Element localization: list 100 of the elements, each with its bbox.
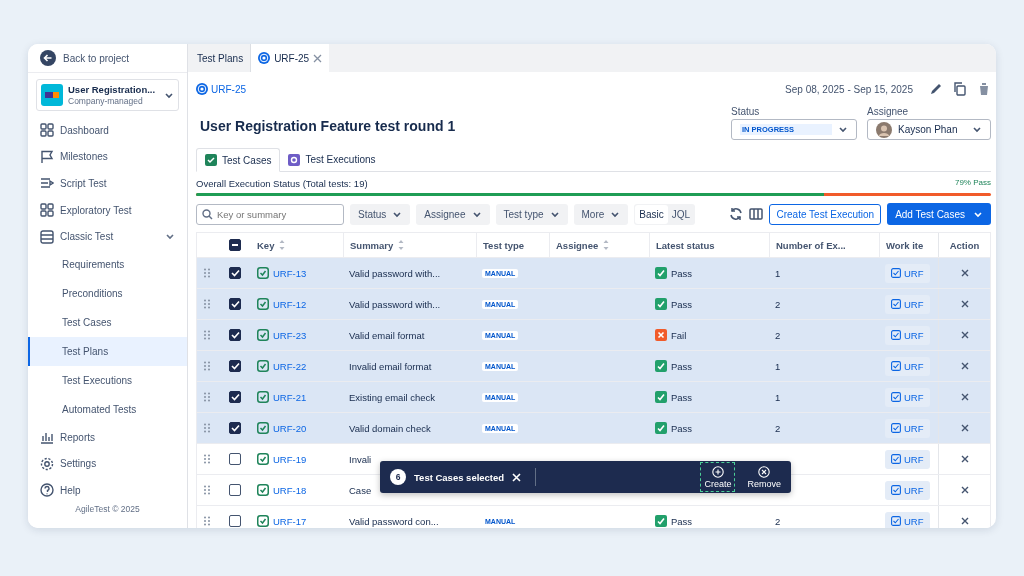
test-case-icon <box>257 453 269 465</box>
tab[interactable]: Test Cases <box>196 148 281 172</box>
close-icon[interactable] <box>960 486 969 494</box>
test-case-link[interactable]: URF-20 <box>273 422 307 434</box>
nav-item[interactable]: Dashboard <box>28 117 187 144</box>
tab[interactable]: Test Executions <box>280 148 384 171</box>
filter-dropdown[interactable]: Assignee <box>416 203 490 225</box>
column-header[interactable]: Work ite <box>886 239 924 251</box>
test-case-link[interactable]: URF-19 <box>273 453 307 465</box>
select-dropdown[interactable]: Kayson Phan <box>867 119 991 140</box>
drag-handle-icon[interactable] <box>203 330 211 340</box>
close-icon[interactable] <box>960 393 969 401</box>
pass-icon <box>655 422 667 434</box>
close-icon[interactable] <box>960 269 969 277</box>
work-item-link[interactable]: URF <box>885 263 930 283</box>
drag-handle-icon[interactable] <box>203 516 211 526</box>
test-case-link[interactable]: URF-21 <box>273 391 307 403</box>
row-checkbox[interactable] <box>229 422 241 434</box>
filter-dropdown[interactable]: Test type <box>495 203 568 225</box>
nav-item[interactable]: Script Test <box>28 170 187 197</box>
column-header[interactable]: Key <box>257 239 275 251</box>
issue-key-link[interactable]: URF-25 <box>196 83 246 95</box>
column-header[interactable]: Action <box>949 239 980 251</box>
close-icon[interactable] <box>960 455 969 463</box>
nav-item[interactable]: Reports <box>28 423 187 451</box>
nav-item[interactable]: Test Executions <box>28 365 187 395</box>
test-case-link[interactable]: URF-18 <box>273 484 307 496</box>
row-checkbox[interactable] <box>229 515 241 527</box>
create-execution-button[interactable]: Create Test Execution <box>769 203 882 225</box>
row-checkbox[interactable] <box>229 484 241 496</box>
test-case-link[interactable]: URF-17 <box>273 515 307 527</box>
work-item-link[interactable]: URF <box>885 387 930 407</box>
nav-item[interactable]: Test Plans <box>28 336 187 366</box>
work-item-link[interactable]: URF <box>885 325 930 345</box>
row-checkbox[interactable] <box>229 298 241 310</box>
row-checkbox[interactable] <box>229 360 241 372</box>
work-item-link[interactable]: URF <box>885 449 930 469</box>
work-item-link[interactable]: URF <box>885 480 930 500</box>
drag-handle-icon[interactable] <box>203 454 211 464</box>
project-name: User Registration... <box>68 84 157 95</box>
trash-icon[interactable] <box>977 82 991 96</box>
test-case-link[interactable]: URF-22 <box>273 360 307 372</box>
close-icon[interactable] <box>960 517 969 525</box>
filter-dropdown[interactable]: More <box>573 203 629 225</box>
filter-dropdown[interactable]: Status <box>350 203 411 225</box>
drag-handle-icon[interactable] <box>203 361 211 371</box>
back-link[interactable]: Back to project <box>63 52 130 64</box>
test-case-link[interactable]: URF-12 <box>273 298 307 310</box>
column-header[interactable]: Test type <box>483 239 524 251</box>
project-selector[interactable]: User Registration... Company-managed <box>36 79 179 111</box>
row-checkbox[interactable] <box>229 453 241 465</box>
copy-icon[interactable] <box>953 82 967 96</box>
select-all-checkbox[interactable] <box>229 239 241 251</box>
check-icon <box>230 300 240 308</box>
nav-item[interactable]: Automated Tests <box>28 394 187 424</box>
columns-icon[interactable] <box>749 207 764 221</box>
nav-item[interactable]: Preconditions <box>28 278 187 308</box>
column-header[interactable]: Number of Ex... <box>776 239 846 251</box>
nav-item[interactable]: Milestones <box>28 143 187 171</box>
mode-option[interactable]: JQL <box>667 204 695 224</box>
drag-handle-icon[interactable] <box>203 423 211 433</box>
remove-button[interactable]: Remove <box>743 462 785 492</box>
nav-item[interactable]: Exploratory Test <box>28 196 187 224</box>
row-checkbox[interactable] <box>229 267 241 279</box>
table-cell: 1 <box>775 360 781 372</box>
stack-icon <box>40 229 54 244</box>
search-field[interactable]: Key or summary <box>196 203 344 225</box>
nav-item[interactable]: Settings <box>28 450 187 478</box>
column-header[interactable]: Assignee <box>556 239 599 251</box>
nav-item[interactable]: Test Cases <box>28 307 187 337</box>
close-icon[interactable] <box>960 331 969 339</box>
edit-icon[interactable] <box>929 82 943 96</box>
nav-item[interactable]: Classic Test <box>28 223 187 250</box>
nav-item[interactable]: Requirements <box>28 249 187 279</box>
row-checkbox[interactable] <box>229 329 241 341</box>
work-item-link[interactable]: URF <box>885 511 930 528</box>
test-case-link[interactable]: URF-23 <box>273 329 307 341</box>
drag-handle-icon[interactable] <box>203 268 211 278</box>
work-item-link[interactable]: URF <box>885 418 930 438</box>
work-item-link[interactable]: URF <box>885 356 930 376</box>
add-test-cases-button[interactable]: Add Test Cases <box>887 203 991 225</box>
nav-item[interactable]: Help <box>28 477 187 504</box>
tab[interactable]: URF-25 <box>251 44 330 72</box>
column-header[interactable]: Latest status <box>656 239 715 251</box>
close-icon[interactable] <box>960 362 969 370</box>
drag-handle-icon[interactable] <box>203 392 211 402</box>
close-icon[interactable] <box>960 300 969 308</box>
drag-handle-icon[interactable] <box>203 299 211 309</box>
refresh-icon[interactable] <box>729 207 744 221</box>
page-title: User Registration Feature test round 1 <box>200 118 457 134</box>
mode-option[interactable]: Basic <box>635 204 668 224</box>
status-text: Pass <box>671 422 693 434</box>
check-icon <box>230 362 240 370</box>
test-case-link[interactable]: URF-13 <box>273 267 307 279</box>
work-item-link[interactable]: URF <box>885 294 930 314</box>
drag-handle-icon[interactable] <box>203 485 211 495</box>
row-checkbox[interactable] <box>229 391 241 403</box>
column-header[interactable]: Summary <box>350 239 394 251</box>
create-button[interactable]: Create <box>700 462 736 492</box>
close-icon[interactable] <box>960 424 969 432</box>
